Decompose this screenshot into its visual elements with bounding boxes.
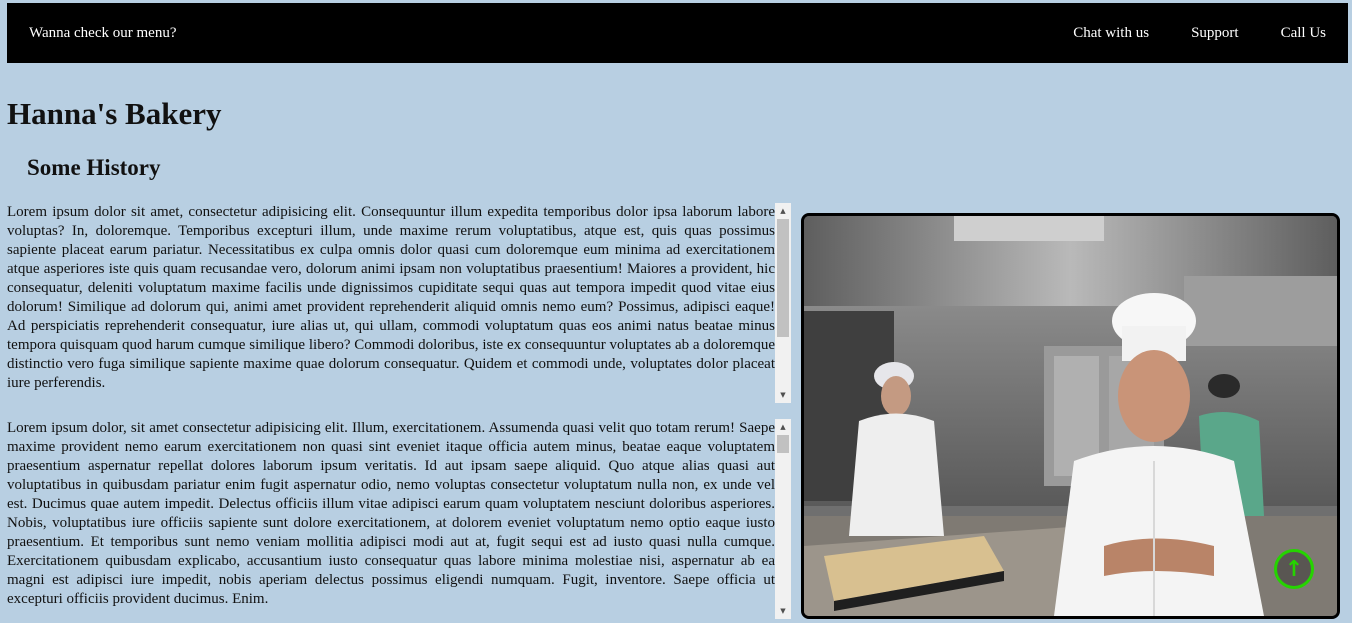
history-paragraph-2: Lorem ipsum dolor, sit amet consectetur … <box>7 419 775 619</box>
scroll-down-arrow-icon[interactable]: ▼ <box>775 387 791 403</box>
scrollbar[interactable]: ▲ ▼ <box>775 203 791 403</box>
scroll-thumb[interactable] <box>777 435 789 453</box>
scroll-up-arrow-icon[interactable]: ▲ <box>775 419 791 435</box>
section-title: Some History <box>27 155 161 180</box>
scroll-thumb[interactable] <box>777 219 789 337</box>
bakery-kitchen-photo <box>801 213 1340 619</box>
top-navbar: Wanna check our menu? Chat with us Suppo… <box>7 3 1348 63</box>
call-us-link[interactable]: Call Us <box>1281 25 1326 42</box>
arrow-up-circle-icon: ↑ <box>1284 556 1304 582</box>
back-to-top-button[interactable]: ↑ <box>1274 549 1314 589</box>
scrollbar[interactable]: ▲ ▼ <box>775 419 791 619</box>
page-title: Hanna's Bakery <box>7 96 222 131</box>
chat-with-us-link[interactable]: Chat with us <box>1073 25 1149 42</box>
menu-link[interactable]: Wanna check our menu? <box>29 25 176 42</box>
scroll-down-arrow-icon[interactable]: ▼ <box>775 603 791 619</box>
history-text-box-2[interactable]: Lorem ipsum dolor, sit amet consectetur … <box>7 419 791 619</box>
scroll-up-arrow-icon[interactable]: ▲ <box>775 203 791 219</box>
kitchen-illustration <box>804 216 1337 616</box>
history-text-box-1[interactable]: Lorem ipsum dolor sit amet, consectetur … <box>7 203 791 403</box>
nav-links: Chat with us Support Call Us <box>1073 25 1326 42</box>
support-link[interactable]: Support <box>1191 25 1239 42</box>
history-paragraph-1: Lorem ipsum dolor sit amet, consectetur … <box>7 203 775 403</box>
